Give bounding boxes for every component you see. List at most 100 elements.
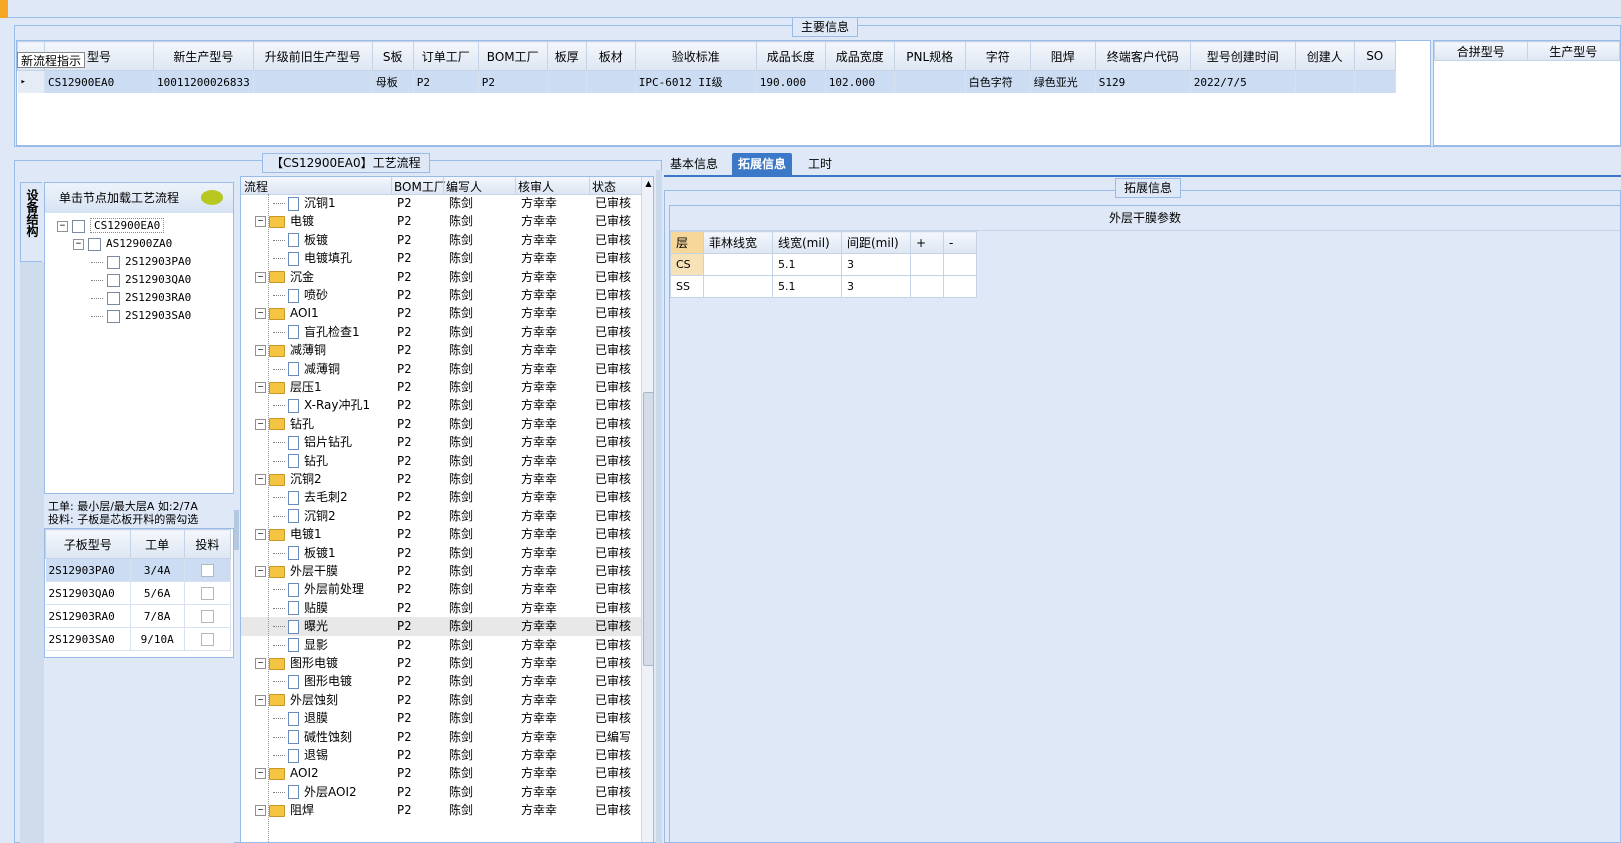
main-col-header[interactable]: 型号创建时间 (1189, 41, 1296, 71)
ext-cell[interactable] (910, 253, 944, 276)
flow-row[interactable]: − 钻孔 P2 陈剑 方幸幸 已审核 (241, 415, 641, 434)
ext-row[interactable]: CS 5.1 3 (670, 253, 977, 276)
vertical-tab-structure[interactable]: 设备结构 (20, 182, 42, 262)
flow-expand-icon[interactable]: − (255, 768, 266, 780)
main-cell[interactable] (547, 70, 587, 93)
tree-node[interactable]: 2S12903SA0 (91, 307, 191, 325)
main-cell[interactable]: 190.000 (756, 70, 826, 93)
ext-cell[interactable] (910, 275, 944, 298)
scroll-thumb[interactable] (643, 392, 653, 666)
merge-col-header[interactable]: 生产型号 (1526, 41, 1620, 61)
tree-checkbox[interactable] (72, 219, 85, 233)
main-cell[interactable]: 母板 (372, 70, 414, 93)
ext-col-header[interactable]: + (910, 231, 944, 254)
ext-row[interactable]: SS 5.1 3 (670, 275, 977, 298)
ext-cell[interactable]: 5.1 (772, 275, 842, 298)
sub-board-order[interactable]: 5/6A (130, 581, 185, 605)
main-col-header[interactable]: 订单工厂 (412, 41, 479, 71)
tab-0[interactable]: 基本信息 (664, 153, 724, 175)
main-cell[interactable]: P2 (413, 70, 479, 93)
flow-expand-icon[interactable]: − (255, 345, 266, 357)
main-col-header[interactable]: 阻焊 (1029, 41, 1096, 71)
tree-node[interactable]: − CS12900EA0 (57, 217, 165, 235)
main-cell[interactable]: 102.000 (825, 70, 895, 93)
main-cell[interactable] (1354, 70, 1396, 93)
tree-node[interactable]: 2S12903RA0 (91, 289, 191, 307)
flow-row[interactable]: 沉铜1 P2 陈剑 方幸幸 已审核 (241, 194, 641, 213)
flow-row[interactable]: 去毛刺2 P2 陈剑 方幸幸 已审核 (241, 488, 641, 507)
flow-expand-icon[interactable]: − (255, 308, 266, 320)
flow-col-header[interactable]: 流程 (244, 178, 268, 195)
ext-col-header[interactable]: 层 (670, 231, 704, 254)
main-cell[interactable]: 10011200026833 (153, 70, 254, 93)
scroll-up-arrow-icon[interactable]: ▲ (642, 177, 653, 191)
flow-row[interactable]: 板镀1 P2 陈剑 方幸幸 已审核 (241, 544, 641, 563)
tree-expand-icon[interactable]: − (73, 238, 84, 250)
ext-cell[interactable]: SS (670, 275, 704, 298)
flow-row[interactable]: 外层AOI2 P2 陈剑 方幸幸 已审核 (241, 783, 641, 802)
flow-row[interactable]: 显影 P2 陈剑 方幸幸 已审核 (241, 636, 641, 655)
main-col-header[interactable]: 新生产型号 (153, 41, 254, 71)
flow-expand-icon[interactable]: − (255, 529, 266, 541)
feed-checkbox[interactable] (200, 609, 214, 623)
flow-row[interactable]: X-Ray冲孔1 P2 陈剑 方幸幸 已审核 (241, 396, 641, 415)
tree-node[interactable]: − AS12900ZA0 (73, 235, 172, 253)
ext-cell[interactable]: 5.1 (772, 253, 842, 276)
sub-board-order[interactable]: 3/4A (130, 558, 185, 582)
flow-expand-icon[interactable]: − (255, 271, 266, 283)
main-cell[interactable]: S129 (1095, 70, 1191, 93)
main-col-header[interactable]: 终端客户代码 (1094, 41, 1191, 71)
flow-expand-icon[interactable]: − (255, 694, 266, 706)
flow-row[interactable]: − 减薄铜 P2 陈剑 方幸幸 已审核 (241, 341, 641, 360)
main-cell[interactable]: 2022/7/5 (1190, 70, 1296, 93)
tab-1[interactable]: 拓展信息 (732, 153, 793, 175)
ext-cell[interactable] (703, 275, 773, 298)
flow-row[interactable]: 盲孔检查1 P2 陈剑 方幸幸 已审核 (241, 323, 641, 342)
flow-expand-icon[interactable]: − (255, 805, 266, 817)
flow-row[interactable]: 铝片钻孔 P2 陈剑 方幸幸 已审核 (241, 433, 641, 452)
ext-col-header[interactable]: 菲林线宽 (703, 231, 773, 254)
main-col-header[interactable]: BOM工厂 (477, 41, 548, 71)
flow-row[interactable]: 退锡 P2 陈剑 方幸幸 已审核 (241, 746, 641, 765)
flow-row[interactable]: 喷砂 P2 陈剑 方幸幸 已审核 (241, 286, 641, 305)
tree-node[interactable]: 2S12903PA0 (91, 253, 191, 271)
flow-row[interactable]: − 外层蚀刻 P2 陈剑 方幸幸 已审核 (241, 691, 641, 710)
flow-row[interactable]: 沉铜2 P2 陈剑 方幸幸 已审核 (241, 507, 641, 526)
flow-row[interactable]: 贴膜 P2 陈剑 方幸幸 已审核 (241, 599, 641, 618)
flow-row[interactable]: 曝光 P2 陈剑 方幸幸 已审核 (241, 617, 641, 637)
merge-col-header[interactable]: 合拼型号 (1434, 41, 1528, 61)
flow-expand-icon[interactable]: − (255, 658, 266, 669)
tree-node[interactable]: 2S12903QA0 (91, 271, 191, 289)
tree-expand-icon[interactable]: − (57, 220, 68, 232)
row-indicator[interactable]: ▸ (17, 70, 45, 93)
ext-cell[interactable] (703, 253, 773, 276)
main-cell[interactable] (894, 70, 966, 93)
tree-checkbox[interactable] (107, 255, 120, 269)
main-cell[interactable]: 绿色亚光 (1030, 70, 1096, 93)
feed-checkbox[interactable] (200, 563, 214, 577)
feed-checkbox[interactable] (200, 632, 214, 646)
flow-row[interactable]: − 图形电镀 P2 陈剑 方幸幸 已审核 (241, 654, 641, 673)
flow-row[interactable]: − 阻焊 P2 陈剑 方幸幸 已审核 (241, 801, 641, 820)
flow-col-header[interactable]: 状态 (592, 178, 616, 195)
main-col-header[interactable]: 创建人 (1294, 41, 1355, 71)
sub-col-header[interactable]: 工单 (129, 529, 185, 559)
flow-row[interactable]: − 层压1 P2 陈剑 方幸幸 已审核 (241, 378, 641, 397)
flow-row[interactable]: 减薄铜 P2 陈剑 方幸幸 已审核 (241, 360, 641, 379)
main-cell[interactable]: IPC-6012 II级 (635, 70, 757, 93)
feed-checkbox[interactable] (200, 586, 214, 600)
main-col-header[interactable]: 字符 (964, 41, 1031, 71)
flow-col-header[interactable]: 编写人 (446, 178, 482, 195)
main-col-header[interactable]: 板厚 (546, 41, 587, 71)
splitter-left[interactable] (234, 510, 239, 550)
sub-board-row[interactable]: 2S12903QA0 5/6A (45, 581, 232, 605)
flow-expand-icon[interactable]: − (255, 382, 266, 393)
flow-row[interactable]: 板镀 P2 陈剑 方幸幸 已审核 (241, 231, 641, 250)
main-cell[interactable] (253, 70, 373, 93)
tree-checkbox[interactable] (107, 273, 120, 287)
flow-row[interactable]: − 沉金 P2 陈剑 方幸幸 已审核 (241, 268, 641, 287)
flow-row[interactable]: − AOI1 P2 陈剑 方幸幸 已审核 (241, 304, 641, 323)
flow-row[interactable]: − 外层干膜 P2 陈剑 方幸幸 已审核 (241, 562, 641, 581)
main-cell[interactable] (586, 70, 636, 93)
sub-board-order[interactable]: 9/10A (130, 627, 185, 651)
